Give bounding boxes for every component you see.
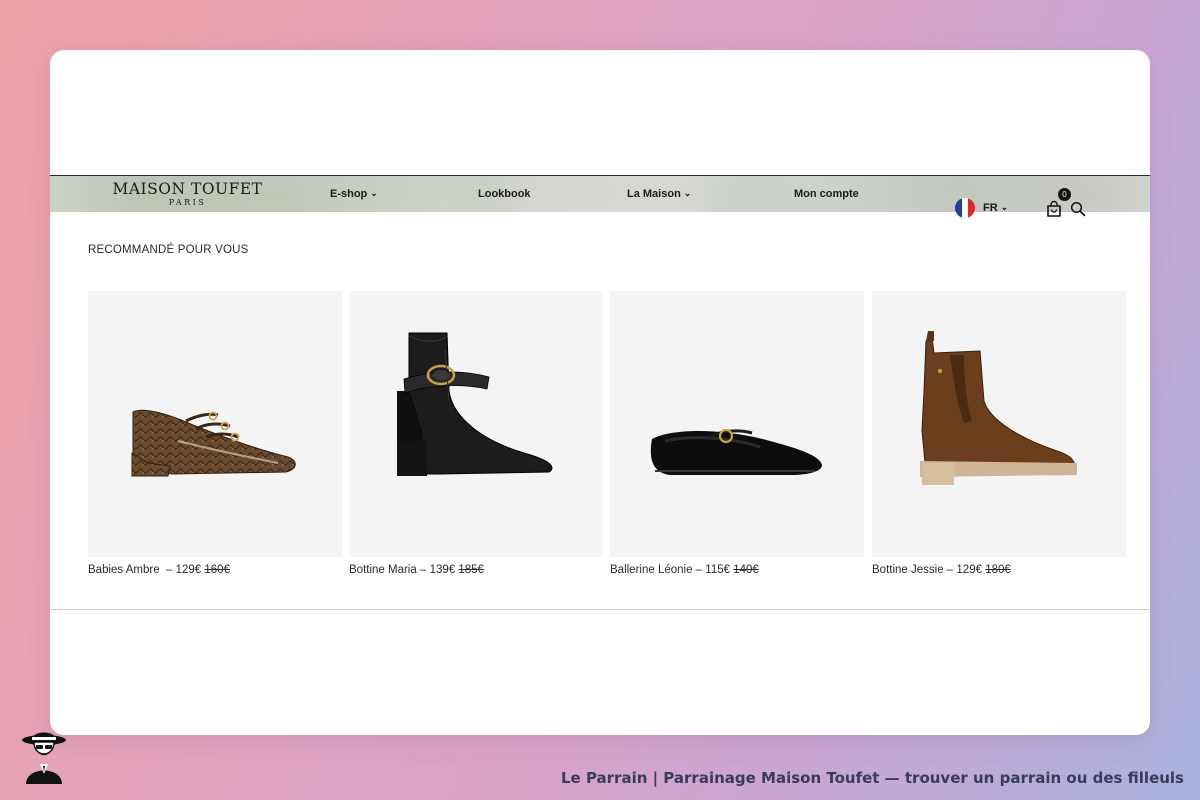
nav-mon-compte[interactable]: Mon compte xyxy=(794,188,859,200)
france-flag-icon[interactable] xyxy=(955,198,975,218)
product-image[interactable] xyxy=(872,291,1126,557)
language-selector[interactable]: FR ⌄ xyxy=(983,202,1008,214)
product-name: Bottine Maria xyxy=(349,564,417,576)
product-image[interactable] xyxy=(610,291,864,557)
product-name: Ballerine Léonie xyxy=(610,564,693,576)
le-parrain-mascot-icon xyxy=(22,732,66,784)
nav-eshop-label: E-shop xyxy=(330,188,368,200)
page-caption: Le Parrain | Parrainage Maison Toufet — … xyxy=(560,769,1184,787)
chelsea-boot-image xyxy=(920,331,1077,485)
product-caption[interactable]: Bottine Maria – 139€ 185€ xyxy=(349,564,603,576)
chevron-down-icon: ⌄ xyxy=(683,188,692,198)
product-card[interactable]: Bottine Jessie – 129€ 180€ xyxy=(872,291,1126,576)
velvet-ballerina-image xyxy=(650,428,822,475)
product-caption[interactable]: Babies Ambre – 129€ 160€ xyxy=(88,564,342,576)
nav-lookbook-label: Lookbook xyxy=(478,188,531,200)
mary-jane-shoe-image xyxy=(131,409,296,477)
screenshot-card: MAISON TOUFET PARIS E-shop ⌄ Lookbook La … xyxy=(50,50,1150,735)
logo-subtitle: PARIS xyxy=(168,198,207,207)
nav-lookbook[interactable]: Lookbook xyxy=(478,188,531,200)
chevron-down-icon: ⌄ xyxy=(1000,202,1009,212)
product-name: Bottine Jessie xyxy=(872,564,944,576)
product-price: 129€ xyxy=(956,564,982,576)
maison-toufet-page: MAISON TOUFET PARIS E-shop ⌄ Lookbook La … xyxy=(50,175,1150,610)
search-icon[interactable] xyxy=(1070,201,1086,217)
product-old-price: 140€ xyxy=(733,564,759,576)
nav-la-maison[interactable]: La Maison ⌄ xyxy=(627,188,691,200)
product-price: 139€ xyxy=(429,564,456,576)
product-old-price: 180€ xyxy=(985,564,1011,576)
product-price: 115€ xyxy=(705,564,731,576)
product-caption[interactable]: Ballerine Léonie – 115€ 140€ xyxy=(610,564,864,576)
shopping-bag-icon[interactable] xyxy=(1045,200,1063,218)
product-name: Babies Ambre xyxy=(88,564,160,576)
brand-logo[interactable]: MAISON TOUFET PARIS xyxy=(105,180,270,208)
nav-la-maison-label: La Maison xyxy=(627,188,681,200)
product-old-price: 160€ xyxy=(204,564,230,576)
product-caption[interactable]: Bottine Jessie – 129€ 180€ xyxy=(872,564,1126,576)
product-old-price: 185€ xyxy=(458,564,484,576)
product-card[interactable]: Bottine Maria – 139€ 185€ xyxy=(349,291,603,576)
nav-eshop[interactable]: E-shop ⌄ xyxy=(330,188,378,200)
product-price: 129€ xyxy=(175,564,202,576)
section-title: RECOMMANDÉ POUR VOUS xyxy=(88,244,249,256)
product-card[interactable]: Babies Ambre – 129€ 160€ xyxy=(88,291,342,576)
logo-wordmark: MAISON TOUFET xyxy=(112,180,263,198)
chevron-down-icon: ⌄ xyxy=(370,188,378,198)
product-card[interactable]: Ballerine Léonie – 115€ 140€ xyxy=(610,291,864,576)
product-image[interactable] xyxy=(349,291,603,557)
language-label: FR xyxy=(983,202,998,214)
product-image[interactable] xyxy=(88,291,342,557)
nav-mon-compte-label: Mon compte xyxy=(794,188,859,200)
cart-count-badge: 0 xyxy=(1058,188,1071,201)
ankle-boot-image xyxy=(397,332,553,476)
